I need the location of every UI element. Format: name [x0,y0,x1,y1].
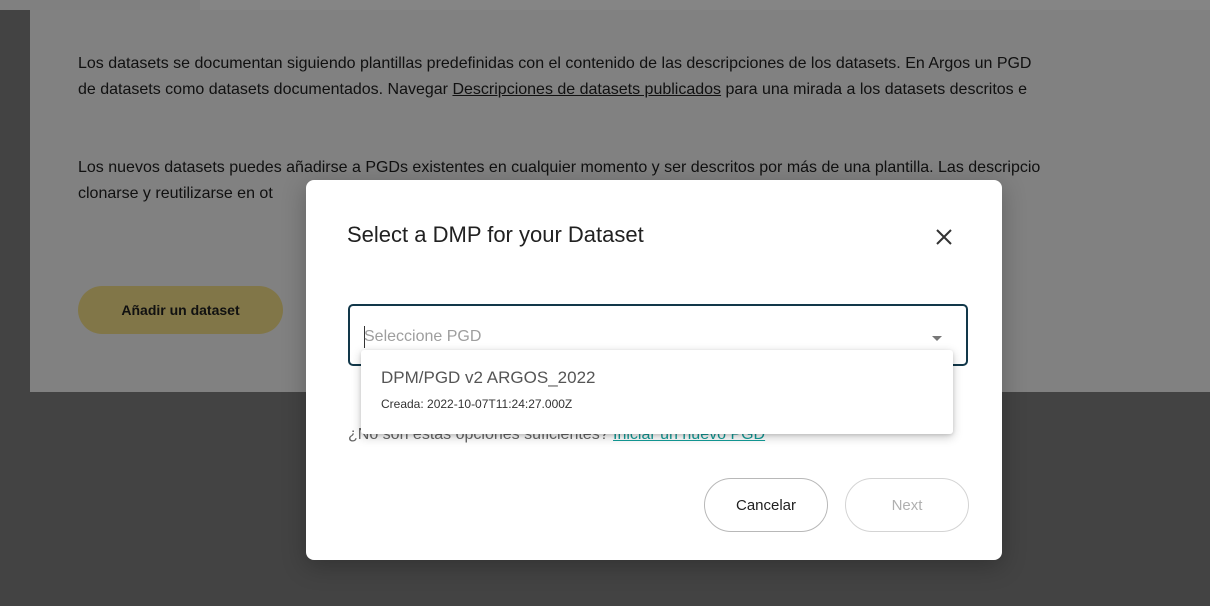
close-button[interactable] [930,224,958,252]
dmp-options-panel: DPM/PGD v2 ARGOS_2022 Creada: 2022-10-07… [361,350,953,434]
option-title: DPM/PGD v2 ARGOS_2022 [381,368,596,387]
select-dmp-dialog: Select a DMP for your Dataset Seleccione… [306,180,1002,560]
chevron-down-icon [932,336,942,341]
select-placeholder: Seleccione PGD [364,328,482,345]
dialog-title: Select a DMP for your Dataset [347,222,644,247]
close-icon [936,228,952,245]
next-button[interactable]: Next [845,478,969,532]
cancel-button[interactable]: Cancelar [704,478,828,532]
option-created-date: Creada: 2022-10-07T11:24:27.000Z [381,397,573,411]
